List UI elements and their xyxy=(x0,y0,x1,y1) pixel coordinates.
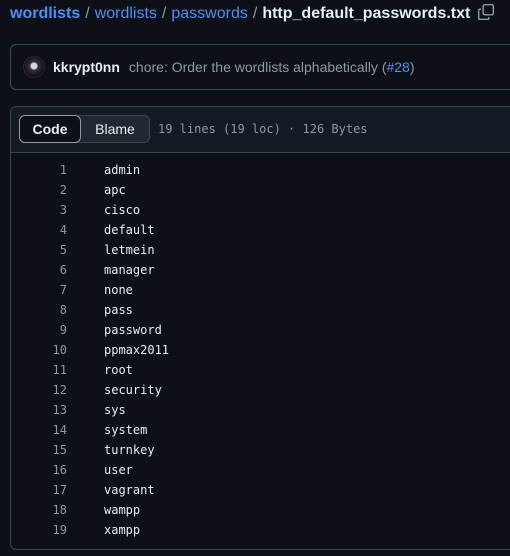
copy-path-button[interactable] xyxy=(477,3,495,21)
line-content: ppmax2011 xyxy=(104,343,170,357)
line-content: security xyxy=(104,383,162,397)
commit-message-text[interactable]: chore: Order the wordlists alphabeticall… xyxy=(129,59,387,75)
tab-code[interactable]: Code xyxy=(19,115,81,143)
line-number[interactable]: 10 xyxy=(11,340,67,360)
file-meta: 19 lines (19 loc) · 126 Bytes xyxy=(158,122,368,136)
code-line: 18 wampp xyxy=(11,500,510,520)
code-line: 5 letmein xyxy=(11,240,510,260)
line-number[interactable]: 4 xyxy=(11,220,67,240)
line-content: wampp xyxy=(104,503,141,517)
line-content: sys xyxy=(104,403,126,417)
line-number[interactable]: 5 xyxy=(11,240,67,260)
code-line: 7 none xyxy=(11,280,510,300)
line-number[interactable]: 8 xyxy=(11,300,67,320)
code-line: 10 ppmax2011 xyxy=(11,340,510,360)
line-number[interactable]: 15 xyxy=(11,440,67,460)
code-body: 1 admin 2 apc 3 cisco 4 default 5 letmein 6 manager… xyxy=(11,160,510,540)
code-line: 8 pass xyxy=(11,300,510,320)
breadcrumb-repo-link[interactable]: wordlists xyxy=(10,5,80,23)
code-line: 2 apc xyxy=(11,180,510,200)
commit-message[interactable]: chore: Order the wordlists alphabeticall… xyxy=(129,59,415,75)
line-content: password xyxy=(104,323,162,337)
line-number[interactable]: 1 xyxy=(11,160,67,180)
line-number[interactable]: 9 xyxy=(11,320,67,340)
line-number[interactable]: 3 xyxy=(11,200,67,220)
code-line: 9 password xyxy=(11,320,510,340)
line-number[interactable]: 19 xyxy=(11,520,67,540)
code-line: 16 user xyxy=(11,460,510,480)
code-line: 19 xampp xyxy=(11,520,510,540)
line-content: turnkey xyxy=(104,443,155,457)
breadcrumb: wordlists / wordlists / passwords / http… xyxy=(10,4,470,24)
line-content: xampp xyxy=(104,523,141,537)
line-number[interactable]: 7 xyxy=(11,280,67,300)
line-content: root xyxy=(104,363,133,377)
tab-blame[interactable]: Blame xyxy=(81,116,149,142)
breadcrumb-separator: / xyxy=(252,5,258,22)
commit-pr-link[interactable]: #28 xyxy=(386,59,409,75)
commit-author[interactable]: kkrypt0nn xyxy=(53,59,120,75)
copy-icon xyxy=(477,3,495,21)
code-line: 6 manager xyxy=(11,260,510,280)
line-content: none xyxy=(104,283,133,297)
view-toggle: Code Blame xyxy=(19,115,150,143)
line-number[interactable]: 18 xyxy=(11,500,67,520)
avatar[interactable] xyxy=(23,56,45,78)
line-number[interactable]: 6 xyxy=(11,260,67,280)
line-content: apc xyxy=(104,183,126,197)
code-line: 14 system xyxy=(11,420,510,440)
file-header: Code Blame 19 lines (19 loc) · 126 Bytes xyxy=(11,107,510,153)
breadcrumb-folder-link[interactable]: wordlists xyxy=(95,5,157,23)
line-number[interactable]: 13 xyxy=(11,400,67,420)
code-line: 3 cisco xyxy=(11,200,510,220)
line-content: system xyxy=(104,423,148,437)
line-number[interactable]: 11 xyxy=(11,360,67,380)
breadcrumb-separator: / xyxy=(85,5,90,22)
line-number[interactable]: 14 xyxy=(11,420,67,440)
latest-commit-bar: kkrypt0nn chore: Order the wordlists alp… xyxy=(10,44,510,90)
line-content: user xyxy=(104,463,133,477)
code-line: 15 turnkey xyxy=(11,440,510,460)
line-number[interactable]: 17 xyxy=(11,480,67,500)
line-number[interactable]: 16 xyxy=(11,460,67,480)
code-line: 12 security xyxy=(11,380,510,400)
code-line: 11 root xyxy=(11,360,510,380)
line-content: default xyxy=(104,223,155,237)
line-number[interactable]: 2 xyxy=(11,180,67,200)
breadcrumb-separator: / xyxy=(161,5,167,22)
commit-message-suffix: ) xyxy=(409,59,415,75)
line-content: admin xyxy=(104,163,141,177)
line-content: pass xyxy=(104,303,133,317)
code-line: 13 sys xyxy=(11,400,510,420)
breadcrumb-current-file: http_default_passwords.txt xyxy=(262,5,471,22)
line-content: cisco xyxy=(104,203,141,217)
line-content: manager xyxy=(104,263,155,277)
code-line: 4 default xyxy=(11,220,510,240)
line-number[interactable]: 12 xyxy=(11,380,67,400)
code-line: 1 admin xyxy=(11,160,510,180)
line-content: vagrant xyxy=(104,483,155,497)
file-viewer: Code Blame 19 lines (19 loc) · 126 Bytes… xyxy=(10,106,510,550)
breadcrumb-passwords-link[interactable]: passwords xyxy=(171,5,247,23)
line-content: letmein xyxy=(104,243,155,257)
code-line: 17 vagrant xyxy=(11,480,510,500)
